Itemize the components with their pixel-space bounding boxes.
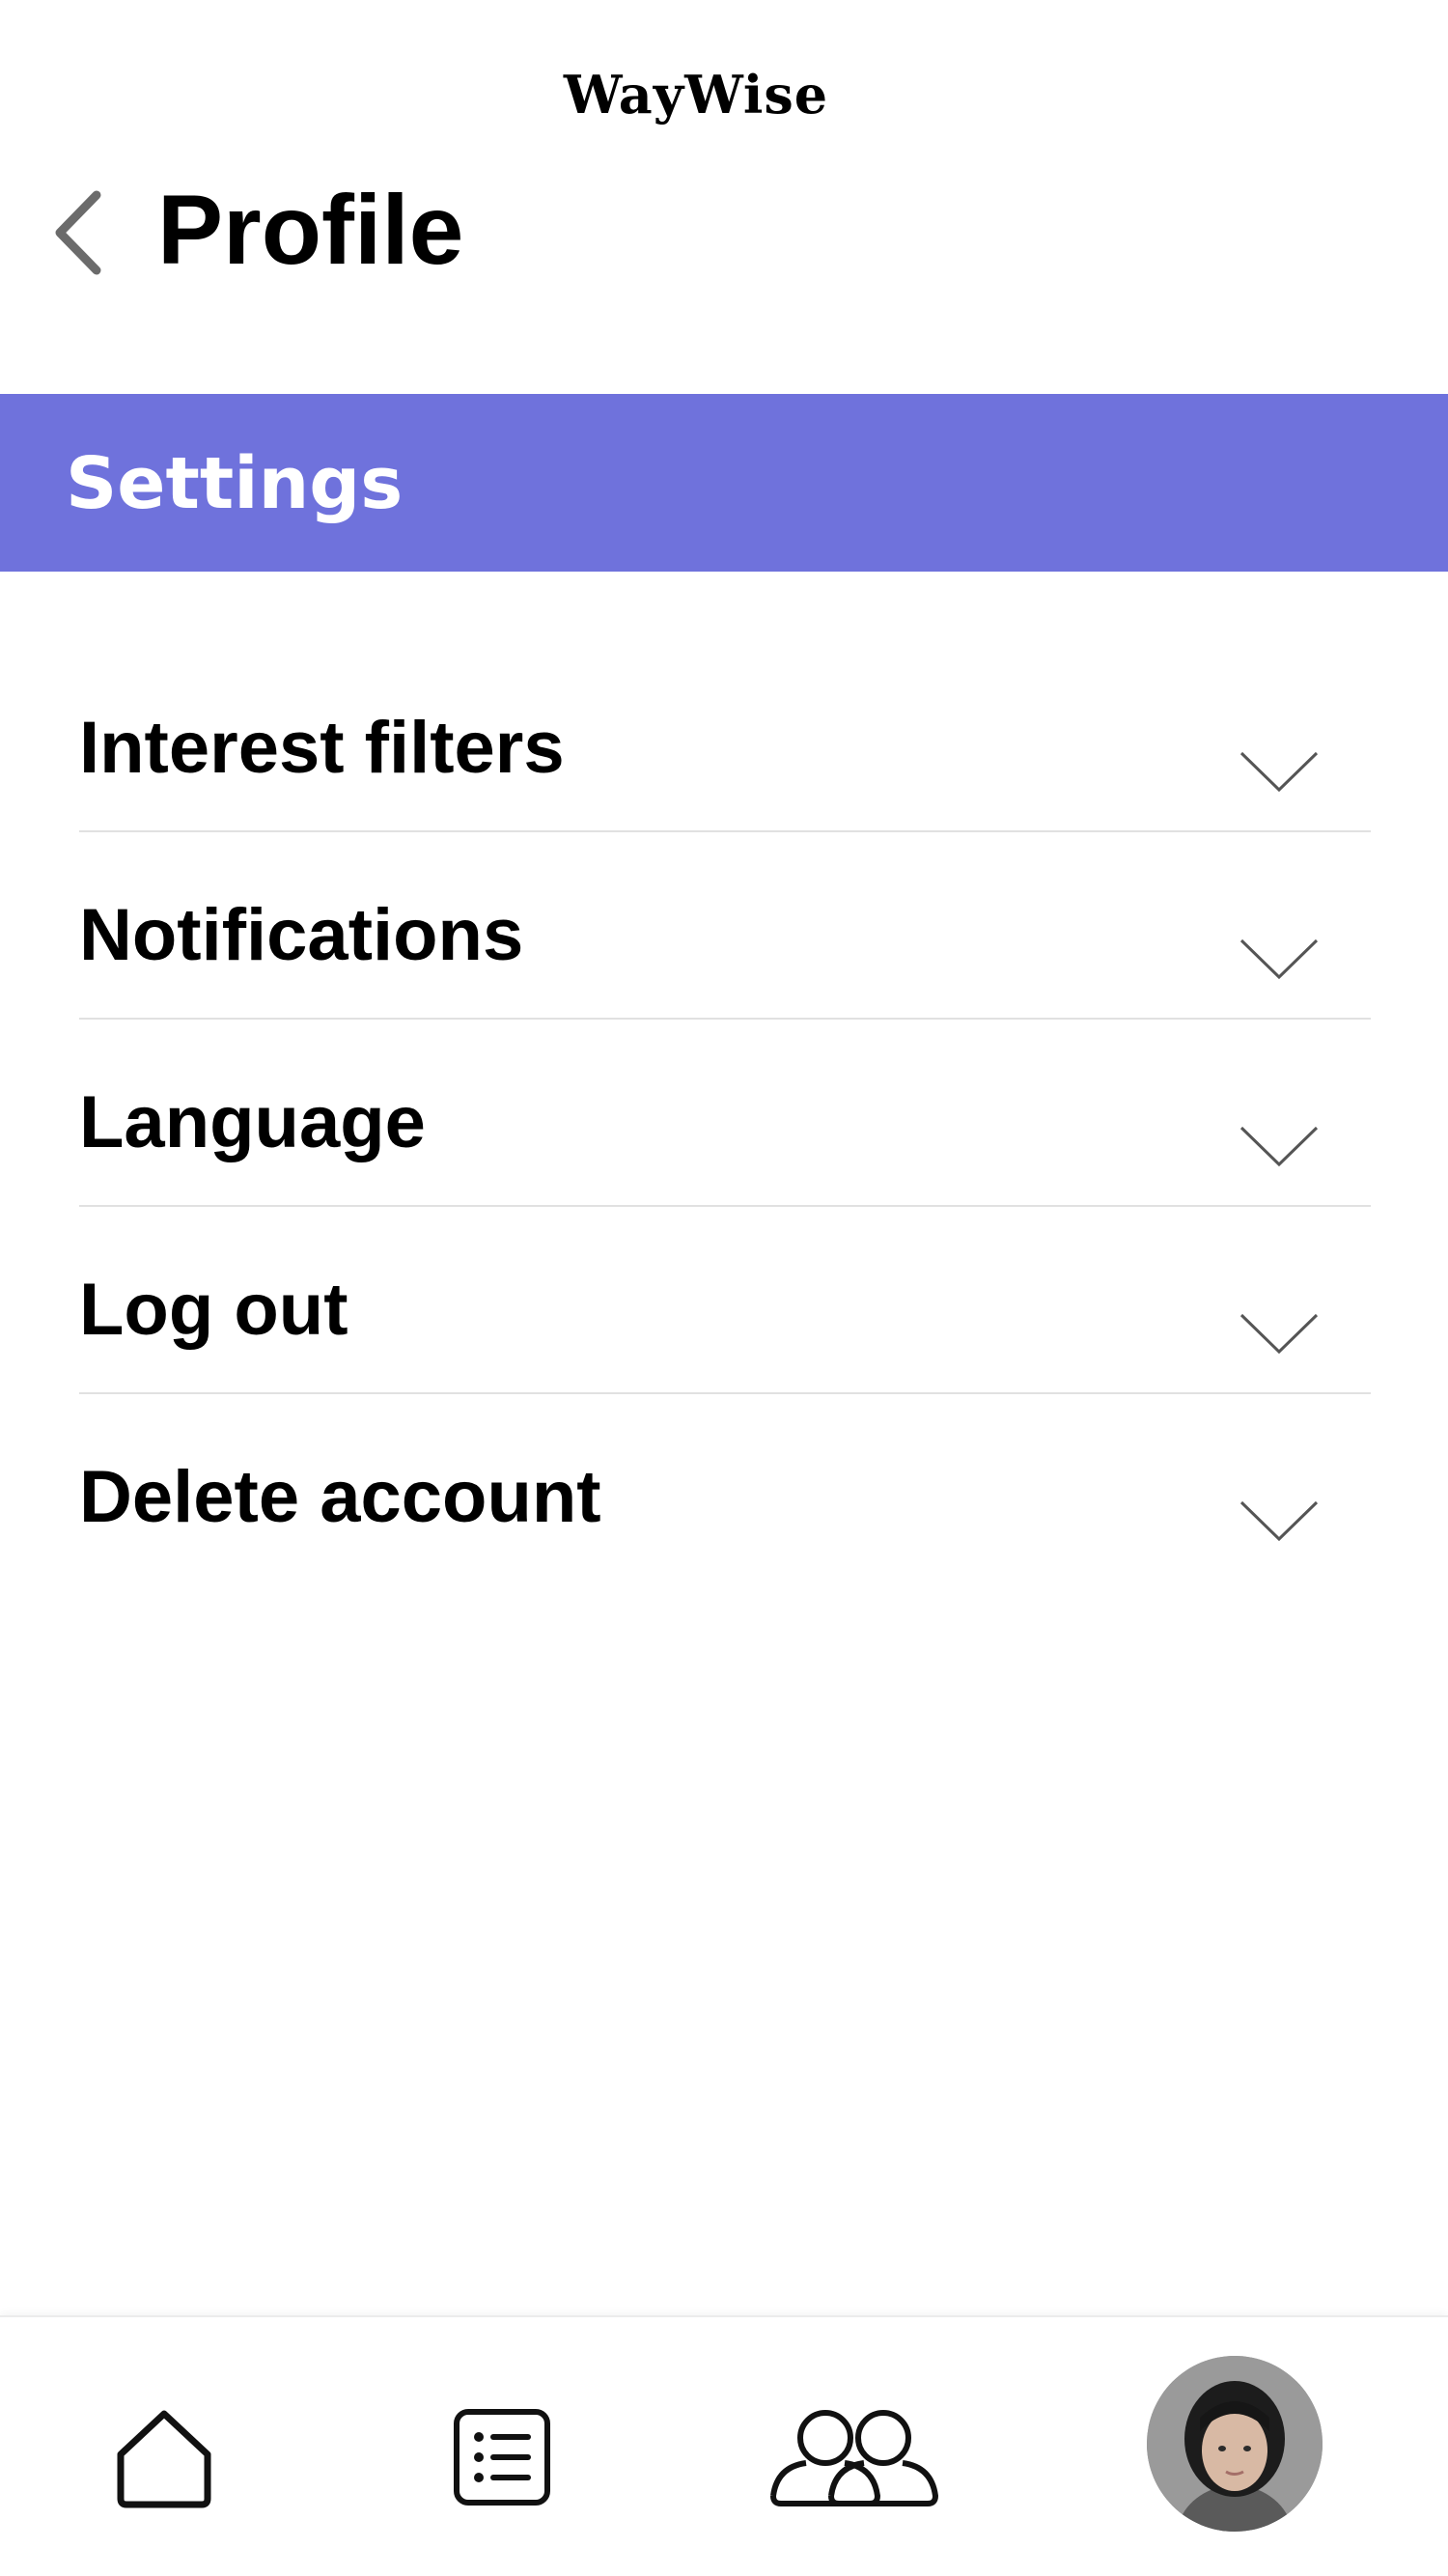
list-icon	[454, 2409, 550, 2506]
home-icon	[117, 2410, 211, 2508]
settings-item-interest-filters[interactable]: Interest filters	[79, 676, 1371, 832]
app-title: WayWise	[563, 64, 829, 126]
chevron-down-icon	[1239, 938, 1319, 980]
settings-banner: Settings	[0, 394, 1448, 572]
bottom-nav	[0, 2315, 1448, 2576]
top-header: WayWise Profile	[0, 0, 1448, 394]
chevron-down-icon	[1239, 751, 1319, 793]
nav-community[interactable]	[763, 2385, 946, 2530]
nav-home[interactable]	[101, 2394, 227, 2520]
chevron-down-icon	[1239, 1313, 1319, 1355]
community-icon	[770, 2410, 938, 2506]
settings-item-label: Delete account	[79, 1456, 601, 1538]
back-button[interactable]	[41, 180, 118, 286]
settings-item-label: Language	[79, 1081, 426, 1163]
settings-item-language[interactable]: Language	[79, 1020, 1371, 1207]
settings-item-log-out[interactable]: Log out	[79, 1207, 1371, 1394]
profile-avatar	[1147, 2356, 1323, 2532]
nav-profile[interactable]	[1147, 2356, 1323, 2532]
chevron-down-icon	[1239, 1500, 1319, 1542]
settings-item-delete-account[interactable]: Delete account	[79, 1394, 1371, 1580]
settings-item-label: Log out	[79, 1269, 348, 1351]
page-title: Profile	[157, 175, 464, 285]
chevron-left-icon	[55, 190, 101, 275]
nav-list[interactable]	[439, 2394, 565, 2520]
profile-page: WayWise Profile Settings Interest filter…	[0, 0, 1448, 2576]
settings-item-label: Interest filters	[79, 707, 565, 789]
settings-title: Settings	[66, 442, 404, 525]
settings-list: Interest filters Notifications Language …	[79, 676, 1371, 1580]
chevron-down-icon	[1239, 1126, 1319, 1167]
settings-item-notifications[interactable]: Notifications	[79, 832, 1371, 1020]
settings-item-label: Notifications	[79, 894, 524, 976]
